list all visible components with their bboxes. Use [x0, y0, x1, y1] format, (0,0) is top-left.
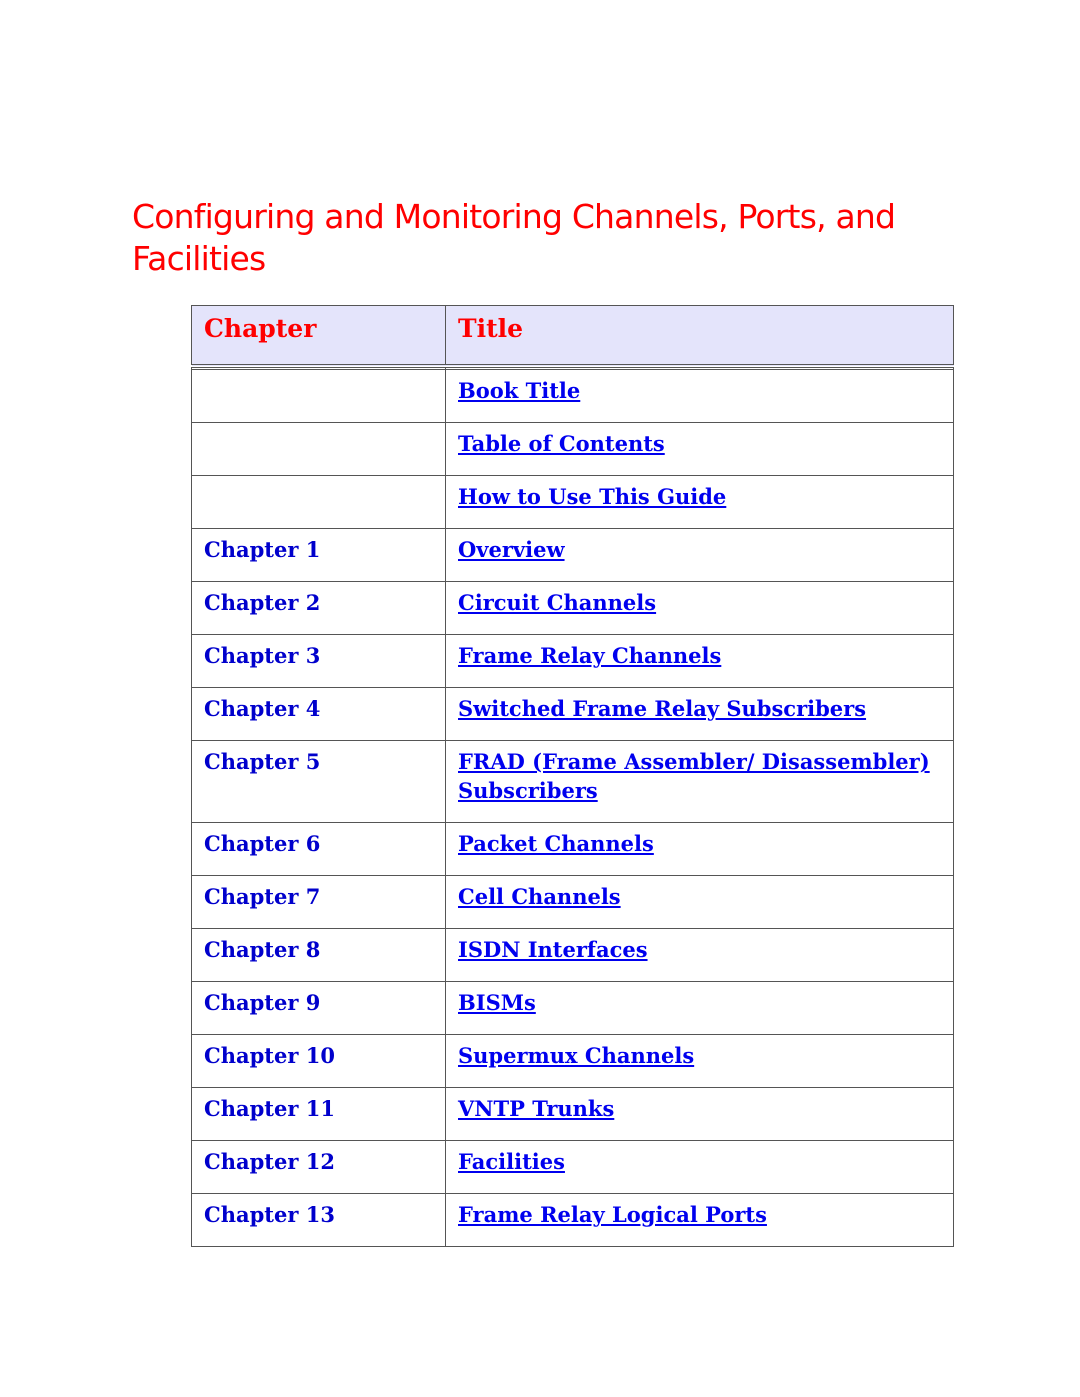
table-row: Chapter 8 ISDN Interfaces [191, 928, 954, 982]
chapter-cell: Chapter 9 [191, 981, 446, 1035]
title-link[interactable]: VNTP Trunks [458, 1096, 614, 1121]
title-cell: FRAD (Frame Assembler/ Disassembler) Sub… [445, 740, 954, 823]
table-row: Chapter 1 Overview [191, 528, 954, 582]
table-row: Chapter 6 Packet Channels [191, 822, 954, 876]
title-link[interactable]: FRAD (Frame Assembler/ Disassembler) Sub… [458, 749, 930, 803]
title-link[interactable]: Facilities [458, 1149, 565, 1174]
table-row: Chapter 4 Switched Frame Relay Subscriber… [191, 687, 954, 741]
title-cell: Cell Channels [445, 875, 954, 929]
table-row: Chapter 9 BISMs [191, 981, 954, 1035]
title-link[interactable]: Packet Channels [458, 831, 654, 856]
title-cell: Overview [445, 528, 954, 582]
page-heading: Configuring and Monitoring Channels, Por… [132, 197, 896, 278]
title-link[interactable]: Circuit Channels [458, 590, 656, 615]
chapter-cell: Chapter 8 [191, 928, 446, 982]
title-cell: How to Use This Guide [445, 475, 954, 529]
title-link[interactable]: Overview [458, 537, 565, 562]
title-link[interactable]: Frame Relay Logical Ports [458, 1202, 767, 1227]
title-link[interactable]: Table of Contents [458, 431, 665, 456]
table-row: Table of Contents [191, 422, 954, 476]
title-link[interactable]: Switched Frame Relay Subscribers [458, 696, 866, 721]
chapter-cell [191, 369, 446, 423]
title-link[interactable]: BISMs [458, 990, 536, 1015]
contents-table: Chapter Title Book Title Table of Content… [191, 305, 954, 1247]
chapter-cell: Chapter 10 [191, 1034, 446, 1088]
table-header-row: Chapter Title [191, 305, 954, 368]
table-row: Book Title [191, 369, 954, 423]
title-link[interactable]: Book Title [458, 378, 580, 403]
chapter-cell: Chapter 12 [191, 1140, 446, 1194]
title-cell: Table of Contents [445, 422, 954, 476]
table-row: How to Use This Guide [191, 475, 954, 529]
chapter-cell: Chapter 7 [191, 875, 446, 929]
table-row: Chapter 7 Cell Channels [191, 875, 954, 929]
chapter-cell: Chapter 6 [191, 822, 446, 876]
chapter-cell: Chapter 13 [191, 1193, 446, 1247]
title-cell: Switched Frame Relay Subscribers [445, 687, 954, 741]
column-header-chapter: Chapter [191, 305, 446, 368]
chapter-cell [191, 475, 446, 529]
chapter-cell: Chapter 4 [191, 687, 446, 741]
chapter-cell: Chapter 5 [191, 740, 446, 823]
title-cell: BISMs [445, 981, 954, 1035]
chapter-cell: Chapter 2 [191, 581, 446, 635]
title-cell: Facilities [445, 1140, 954, 1194]
table-row: Chapter 13 Frame Relay Logical Ports [191, 1193, 954, 1247]
title-link[interactable]: ISDN Interfaces [458, 937, 648, 962]
title-cell: Circuit Channels [445, 581, 954, 635]
title-link[interactable]: Cell Channels [458, 884, 621, 909]
chapter-cell: Chapter 1 [191, 528, 446, 582]
table-body: Book Title Table of Contents How to Use Th… [191, 365, 954, 1247]
title-link[interactable]: Frame Relay Channels [458, 643, 721, 668]
title-cell: ISDN Interfaces [445, 928, 954, 982]
table-row: Chapter 12 Facilities [191, 1140, 954, 1194]
chapter-cell: Chapter 11 [191, 1087, 446, 1141]
table-row: Chapter 11 VNTP Trunks [191, 1087, 954, 1141]
title-cell: Frame Relay Channels [445, 634, 954, 688]
table-row: Chapter 5 FRAD (Frame Assembler/ Disassem… [191, 740, 954, 823]
column-header-title: Title [445, 305, 954, 368]
title-cell: Book Title [445, 369, 954, 423]
title-cell: Packet Channels [445, 822, 954, 876]
table-row: Chapter 3 Frame Relay Channels [191, 634, 954, 688]
table-row: Chapter 10 Supermux Channels [191, 1034, 954, 1088]
title-link[interactable]: Supermux Channels [458, 1043, 694, 1068]
chapter-cell [191, 422, 446, 476]
title-cell: Supermux Channels [445, 1034, 954, 1088]
table-row: Chapter 2 Circuit Channels [191, 581, 954, 635]
title-cell: Frame Relay Logical Ports [445, 1193, 954, 1247]
chapter-cell: Chapter 3 [191, 634, 446, 688]
title-cell: VNTP Trunks [445, 1087, 954, 1141]
title-link[interactable]: How to Use This Guide [458, 484, 726, 509]
